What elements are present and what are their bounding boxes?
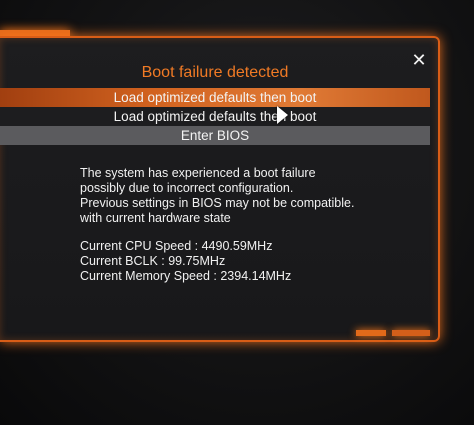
decor-bar-bottom-right (392, 330, 430, 336)
message-line: Previous settings in BIOS may not be com… (80, 196, 355, 210)
option-load-defaults-boot-alt[interactable]: Load optimized defaults then boot (0, 107, 430, 126)
dialog-title: Boot failure detected (141, 64, 289, 81)
failure-message: The system has experienced a boot failur… (80, 166, 410, 226)
option-load-defaults-boot[interactable]: Load optimized defaults then boot (0, 88, 430, 107)
option-enter-bios[interactable]: Enter BIOS (0, 126, 430, 145)
message-line: with current hardware state (80, 211, 231, 225)
cpu-speed: Current CPU Speed : 4490.59MHz (80, 239, 273, 253)
message-line: possibly due to incorrect configuration. (80, 181, 294, 195)
boot-options-list: Load optimized defaults then boot Load o… (0, 88, 430, 145)
decor-bar-bottom-left (356, 330, 386, 336)
bios-screen: ✕ Boot failure detected Load optimized d… (0, 0, 474, 425)
hardware-stats: Current CPU Speed : 4490.59MHz Current B… (80, 239, 410, 284)
boot-failure-dialog: ✕ Boot failure detected Load optimized d… (0, 36, 440, 342)
bclk: Current BCLK : 99.75MHz (80, 254, 226, 268)
mouse-cursor-icon (277, 106, 288, 124)
message-line: The system has experienced a boot failur… (80, 166, 316, 180)
memory-speed: Current Memory Speed : 2394.14MHz (80, 269, 292, 283)
